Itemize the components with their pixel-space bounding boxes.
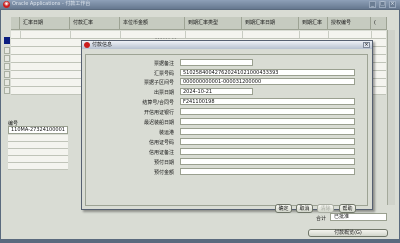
issue-date-field[interactable]: 2024-10-21 xyxy=(180,88,253,95)
grid-header-maturity-rate-date: 到期汇率日期 xyxy=(242,17,299,30)
minimize-icon[interactable]: _ xyxy=(369,1,376,8)
grid-header-maturity-rate-type: 到期汇率类型 xyxy=(185,17,242,30)
clear-button[interactable]: 清除 xyxy=(317,204,334,213)
field-label-lc-number: 信用证号码 xyxy=(148,140,174,146)
row-selector[interactable] xyxy=(4,63,10,70)
row-selector[interactable] xyxy=(4,87,10,94)
row-selector[interactable] xyxy=(4,47,10,54)
dialog-titlebar: 付款信息 × xyxy=(82,41,372,49)
bill-subrange-field[interactable]: 000000000001-000031200000 xyxy=(180,78,355,85)
field-label-lc-remark: 信用证备注 xyxy=(148,150,174,156)
row-selector[interactable] xyxy=(4,79,10,86)
close-icon[interactable]: × xyxy=(389,1,396,8)
grid-scrollbar[interactable] xyxy=(387,30,395,205)
lc-remark-field[interactable] xyxy=(180,148,355,155)
list-item[interactable] xyxy=(8,135,68,142)
cancel-button[interactable]: 取消 xyxy=(296,204,313,213)
oracle-app-icon: ◉ xyxy=(3,1,10,8)
grid-header-more: ( xyxy=(371,17,387,30)
list-item[interactable] xyxy=(8,142,68,149)
help-button[interactable]: 帮助 xyxy=(339,204,356,213)
payment-overview-button[interactable]: 付款概览(G) xyxy=(308,229,388,237)
prepay-date-field[interactable] xyxy=(180,158,355,165)
dialog-form-panel: 票据备注 汇票号码 510258400427620241021000433393… xyxy=(85,54,368,213)
lc-bank-field[interactable] xyxy=(180,108,355,115)
field-label-latest-shipment: 最迟装船日期 xyxy=(143,120,174,126)
field-label-loading-port: 装运港 xyxy=(158,130,174,136)
field-label-bill-remark: 票据备注 xyxy=(153,61,174,67)
bill-remark-field[interactable] xyxy=(180,59,253,66)
payment-info-dialog: 付款信息 × 票据备注 汇票号码 51025840042762024102100… xyxy=(81,40,373,213)
window-titlebar: ◉ Oracle Applications - 付款工作台 _ □ × xyxy=(0,0,400,9)
row-selector-active[interactable] xyxy=(4,37,10,44)
field-label-lc-bank: 开信用证银行 xyxy=(143,110,174,116)
settlement-number-field[interactable]: F241100198 xyxy=(180,98,355,105)
total-label: 合计 xyxy=(316,216,327,222)
field-label-draft-number: 汇票号码 xyxy=(153,71,174,77)
field-label-prepay-amount: 预付金额 xyxy=(153,170,174,176)
grid-header-corner xyxy=(11,17,20,30)
ok-button[interactable]: 确定 xyxy=(275,204,292,213)
field-label-issue-date: 出票日期 xyxy=(153,90,174,96)
oracle-dialog-icon xyxy=(84,42,90,48)
maximize-icon[interactable]: □ xyxy=(379,1,386,8)
loading-port-field[interactable] xyxy=(180,128,355,135)
prepay-amount-field[interactable] xyxy=(180,168,355,175)
table-row[interactable] xyxy=(11,31,386,39)
field-label-settlement-number: 结算号/合同号 xyxy=(142,100,174,106)
list-item[interactable] xyxy=(8,156,68,163)
close-icon[interactable]: × xyxy=(363,42,370,48)
field-label-bill-subrange: 票据子区间号 xyxy=(143,80,174,86)
number-field[interactable]: 110MA-27324100001 xyxy=(8,126,68,134)
window-title: Oracle Applications - 付款工作台 xyxy=(12,1,91,7)
grid-header-pay-rate: 付款汇率 xyxy=(70,17,120,30)
grid-header-rate-date: 汇率日期 xyxy=(20,17,70,30)
field-label-prepay-date: 预付日期 xyxy=(153,160,174,166)
list-item[interactable] xyxy=(8,149,68,156)
row-selector[interactable] xyxy=(4,55,10,62)
dialog-title: 付款信息 xyxy=(92,42,113,48)
grid-header-base-amount: 本位币金额 xyxy=(120,17,185,30)
total-status-field[interactable]: 已批准 xyxy=(330,213,387,221)
grid-header-maturity-rate: 到期汇率 xyxy=(299,17,328,30)
list-item[interactable] xyxy=(8,163,68,170)
row-selector[interactable] xyxy=(4,71,10,78)
latest-shipment-field[interactable] xyxy=(180,118,355,125)
grid-header-auth-number: 授权编号 xyxy=(328,17,371,30)
draft-number-field[interactable]: 510258400427620241021000433393 xyxy=(180,69,355,76)
lc-number-field[interactable] xyxy=(180,138,355,145)
